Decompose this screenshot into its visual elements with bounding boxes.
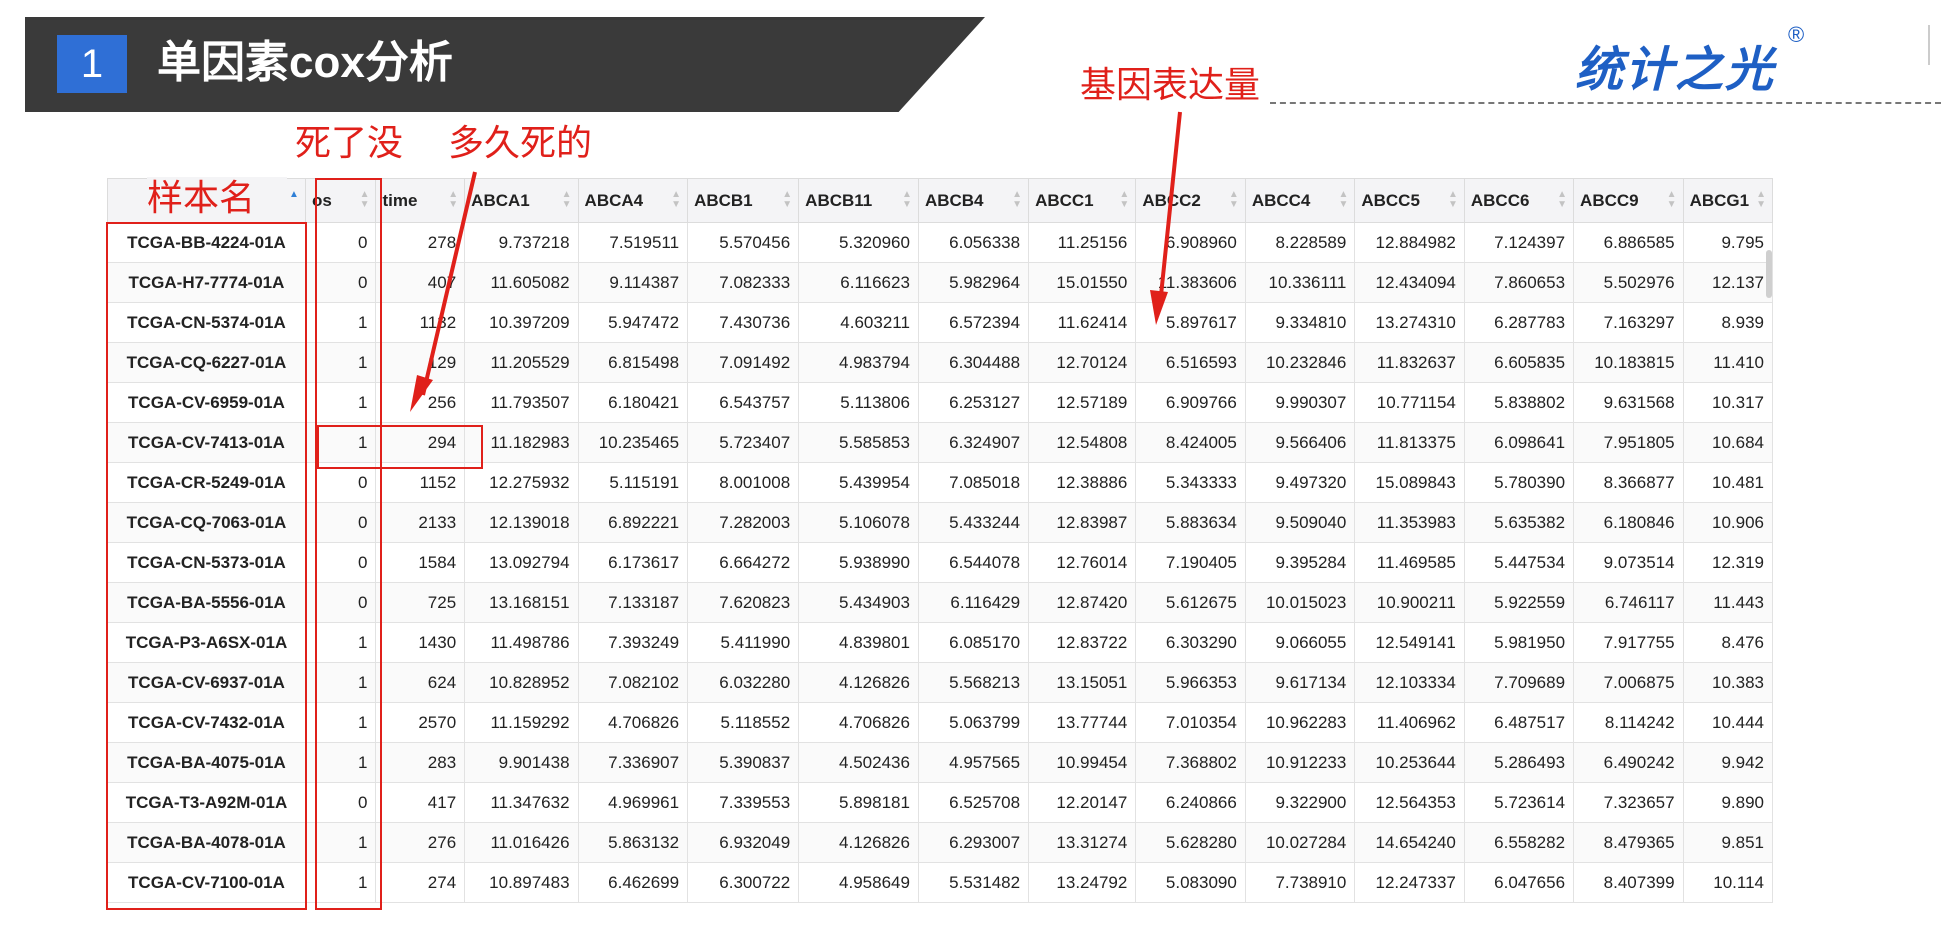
arrow-gene-line bbox=[1158, 111, 1182, 306]
arrow-time-head bbox=[410, 375, 433, 412]
arrow-time-line bbox=[421, 171, 477, 396]
annotation-arrows bbox=[410, 111, 1182, 412]
arrow-gene-head bbox=[1150, 290, 1168, 325]
